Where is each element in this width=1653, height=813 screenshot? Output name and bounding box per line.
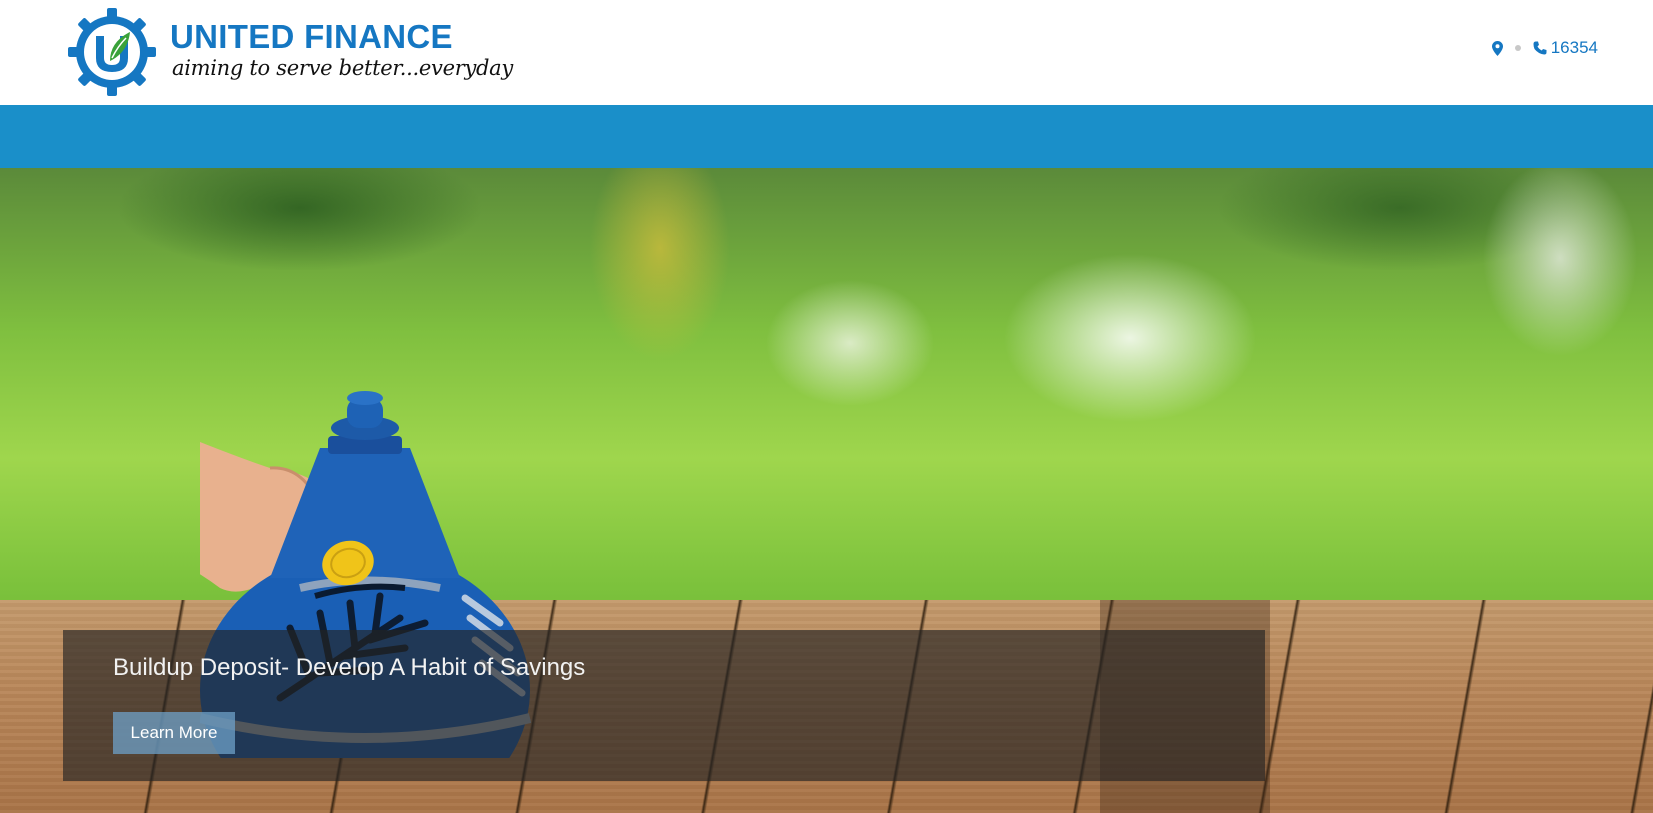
separator-dot <box>1514 45 1521 51</box>
main-navbar <box>0 105 1653 168</box>
hero-slider: Buildup Deposit- Develop A Habit of Savi… <box>0 168 1653 813</box>
slide-caption: Buildup Deposit- Develop A Habit of Savi… <box>63 630 1265 781</box>
brand-tagline: aiming to serve better...everyday <box>172 56 513 80</box>
gear-leaf-logo-icon <box>68 8 156 96</box>
site-header: UNITED FINANCE aiming to serve better...… <box>0 0 1653 105</box>
site-logo[interactable]: UNITED FINANCE aiming to serve better...… <box>66 6 513 96</box>
phone-number: 16354 <box>1550 38 1598 57</box>
slide-title: Buildup Deposit- Develop A Habit of Savi… <box>113 654 586 681</box>
phone-icon <box>1533 41 1547 55</box>
brand-name: UNITED FINANCE <box>170 18 453 55</box>
phone-link[interactable]: 16354 <box>1533 38 1598 58</box>
header-contact: 16354 <box>1491 38 1598 58</box>
learn-more-button[interactable]: Learn More <box>113 712 235 754</box>
map-marker-icon[interactable] <box>1491 40 1503 56</box>
